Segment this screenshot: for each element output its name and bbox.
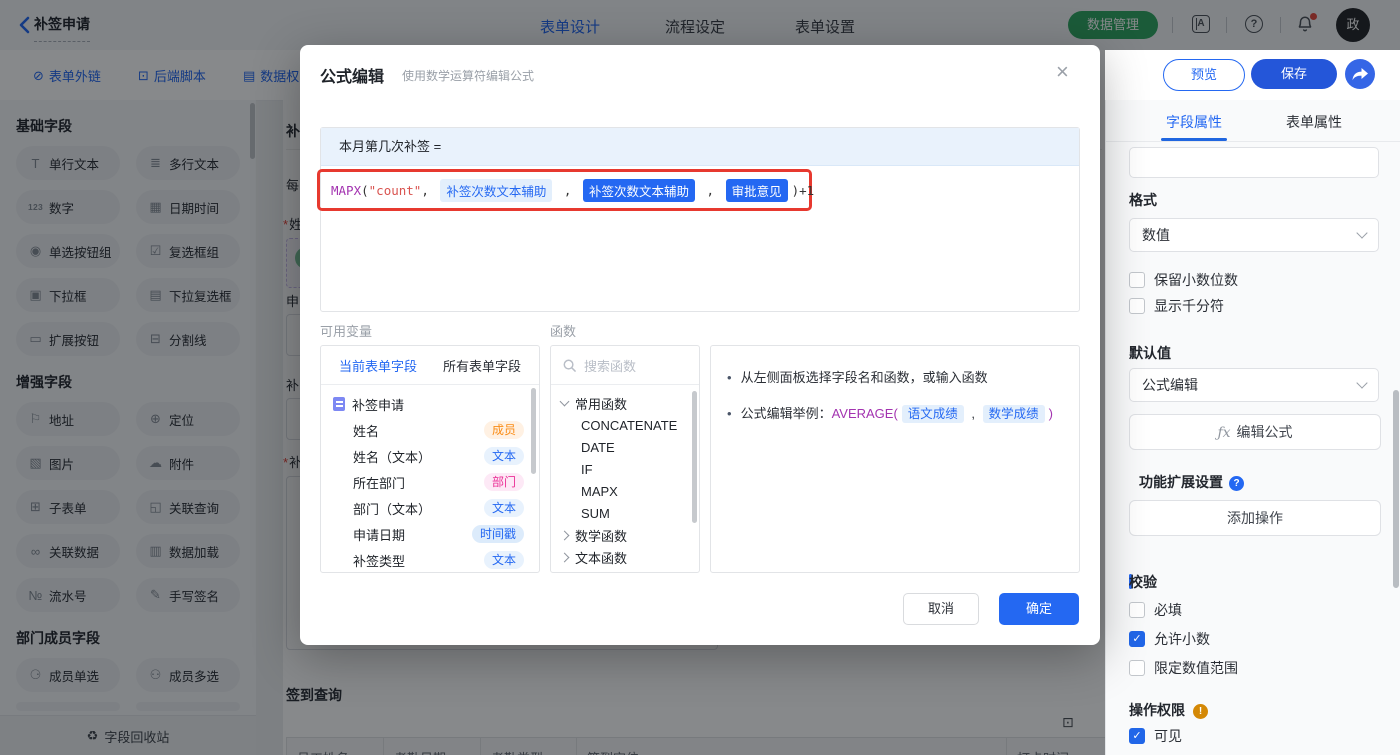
example-field-token: 语文成绩: [901, 405, 964, 423]
format-select[interactable]: 数值: [1129, 218, 1379, 252]
tree-chevron-icon: [559, 396, 570, 407]
function-group[interactable]: 数学函数: [551, 524, 699, 546]
close-icon[interactable]: ×: [1056, 61, 1069, 83]
checkbox-box[interactable]: [1129, 298, 1145, 314]
variable-field-row[interactable]: 姓名（文本） 文本: [321, 443, 539, 469]
edit-formula-button[interactable]: ƒx 编辑公式: [1129, 414, 1381, 450]
document-icon: [333, 397, 345, 411]
permission-label: 操作权限!: [1129, 700, 1208, 720]
fx-icon: ƒx: [1217, 425, 1231, 441]
tree-chevron-icon: [559, 530, 570, 540]
field-type-badge: 时间戳: [471, 525, 524, 543]
panel-scrollbar[interactable]: [1393, 390, 1399, 588]
field-type-badge: 文本: [483, 551, 524, 569]
field-token[interactable]: 补签次数文本辅助: [440, 179, 553, 202]
example-field-token: 数学成绩: [982, 405, 1045, 423]
search-placeholder: 搜索函数: [584, 358, 637, 374]
formula-help-panel: • 从左侧面板选择字段名和函数，或输入函数 • 公式编辑举例：AVERAGE(语文…: [710, 345, 1080, 573]
help-example-line: • 公式编辑举例：AVERAGE(语文成绩 , 数学成绩): [727, 405, 1054, 423]
properties-tab[interactable]: 表单属性: [1286, 112, 1342, 132]
field-type-badge: 文本: [483, 447, 524, 465]
formula-edit-dialog: 公式编辑 使用数学运算符编辑公式 × 本月第几次补签 = MAPX("count…: [300, 45, 1100, 645]
validation-label: 校验: [1129, 574, 1157, 590]
modal-overlay: [0, 0, 1400, 50]
function-item[interactable]: DATE: [551, 436, 699, 458]
format-label: 格式: [1129, 192, 1157, 208]
variable-field-row[interactable]: 补签类型 文本: [321, 547, 539, 572]
preview-button[interactable]: 预览: [1163, 59, 1245, 91]
function-search-input[interactable]: 搜索函数: [551, 346, 699, 385]
chevron-down-icon: [1356, 377, 1368, 389]
save-button[interactable]: 保存: [1251, 59, 1337, 89]
functions-panel: 搜索函数 常用函数 CONCATENATE DATE IF MAPX SUM 数学函数 文本函…: [550, 345, 700, 573]
functions-label: 函数: [550, 324, 577, 339]
function-group[interactable]: 文本函数: [551, 546, 699, 568]
function-item[interactable]: IF: [551, 458, 699, 480]
description-input[interactable]: [1129, 147, 1379, 178]
variables-tab[interactable]: 所有表单字段: [443, 356, 521, 375]
formula-target-label: 本月第几次补签 =: [321, 128, 1079, 166]
variable-field-row[interactable]: 部门（文本） 文本: [321, 495, 539, 521]
variables-tabs: 当前表单字段 所有表单字段: [321, 346, 539, 385]
formula-editor[interactable]: 本月第几次补签 =: [320, 127, 1080, 312]
formula-expression[interactable]: MAPX("count", 补签次数文本辅助 , 补签次数文本辅助 , 审批意见…: [331, 179, 814, 202]
function-name: MAPX: [331, 183, 362, 198]
add-action-button[interactable]: 添加操作: [1129, 500, 1381, 536]
confirm-button[interactable]: 确定: [999, 593, 1079, 625]
checkbox-必填[interactable]: 必填: [1129, 600, 1182, 620]
checkbox-box[interactable]: ✓: [1129, 728, 1145, 744]
variable-field-row[interactable]: 所在部门 部门: [321, 469, 539, 495]
search-icon: [563, 359, 576, 372]
checkbox-box[interactable]: ✓: [1129, 631, 1145, 647]
checkbox-允许小数[interactable]: ✓ 允许小数: [1129, 629, 1210, 649]
help-circle-icon[interactable]: ?: [1229, 476, 1244, 491]
variables-label: 可用变量: [320, 324, 373, 339]
tree-chevron-icon: [559, 552, 570, 562]
dialog-title: 公式编辑: [320, 69, 385, 86]
active-tab-underline: [1161, 138, 1227, 141]
warning-circle-icon: !: [1193, 704, 1208, 719]
app-window: 补签申请 表单设计 流程设定 表单设置 数据管理 A ? 政 ⊘ 表单外链 ⊡ 后端脚本 ▤…: [0, 0, 1400, 755]
checkbox-box[interactable]: [1129, 272, 1145, 288]
properties-tab[interactable]: 字段属性: [1166, 112, 1222, 132]
function-item[interactable]: CONCATENATE: [551, 414, 699, 436]
help-line: • 从左侧面板选择字段名和函数，或输入函数: [727, 370, 988, 385]
chevron-down-icon: [1356, 227, 1368, 239]
field-token[interactable]: 审批意见: [725, 179, 788, 202]
checkbox-显示千分符[interactable]: 显示千分符: [1129, 296, 1224, 316]
field-type-badge: 文本: [483, 499, 524, 517]
variables-panel: 当前表单字段 所有表单字段 补签申请 姓名 成员 姓名（文本） 文本 所在部门 部门 部门（文…: [320, 345, 540, 573]
checkbox-box[interactable]: [1129, 660, 1145, 676]
checkbox-可见[interactable]: ✓ 可见: [1129, 726, 1182, 746]
default-value-label: 默认值: [1129, 345, 1171, 361]
default-value-select[interactable]: 公式编辑: [1129, 368, 1379, 402]
checkbox-保留小数位数[interactable]: 保留小数位数: [1129, 270, 1238, 290]
field-type-badge: 部门: [483, 473, 524, 491]
dialog-subtitle: 使用数学运算符编辑公式: [402, 69, 535, 83]
function-item[interactable]: MAPX: [551, 480, 699, 502]
variables-tab[interactable]: 当前表单字段: [339, 356, 417, 375]
format-value: 数值: [1142, 227, 1170, 243]
field-token[interactable]: 补签次数文本辅助: [582, 179, 695, 202]
variable-field-row[interactable]: 姓名 成员: [321, 417, 539, 443]
functions-scrollbar[interactable]: [692, 391, 697, 523]
properties-tabs: 字段属性 表单属性: [1106, 100, 1400, 142]
properties-panel: 字段属性 表单属性 格式 数值 保留小数位数 显示千分符 默认值 公式编辑 ƒx 编辑…: [1105, 100, 1400, 755]
variable-field-row[interactable]: 申请日期 时间戳: [321, 521, 539, 547]
variables-scrollbar[interactable]: [531, 388, 536, 474]
variables-tree-root[interactable]: 补签申请: [321, 391, 539, 417]
string-argument: "count": [368, 183, 422, 198]
checkbox-box[interactable]: [1129, 602, 1145, 618]
function-item[interactable]: SUM: [551, 502, 699, 524]
field-type-badge: 成员: [483, 421, 524, 439]
cancel-button[interactable]: 取消: [903, 593, 979, 625]
extension-settings-label: 功能扩展设置?: [1139, 472, 1244, 492]
share-button[interactable]: [1345, 59, 1375, 89]
function-group[interactable]: 常用函数: [551, 392, 699, 414]
checkbox-限定数值范围[interactable]: 限定数值范围: [1129, 658, 1238, 678]
default-value: 公式编辑: [1142, 377, 1198, 393]
